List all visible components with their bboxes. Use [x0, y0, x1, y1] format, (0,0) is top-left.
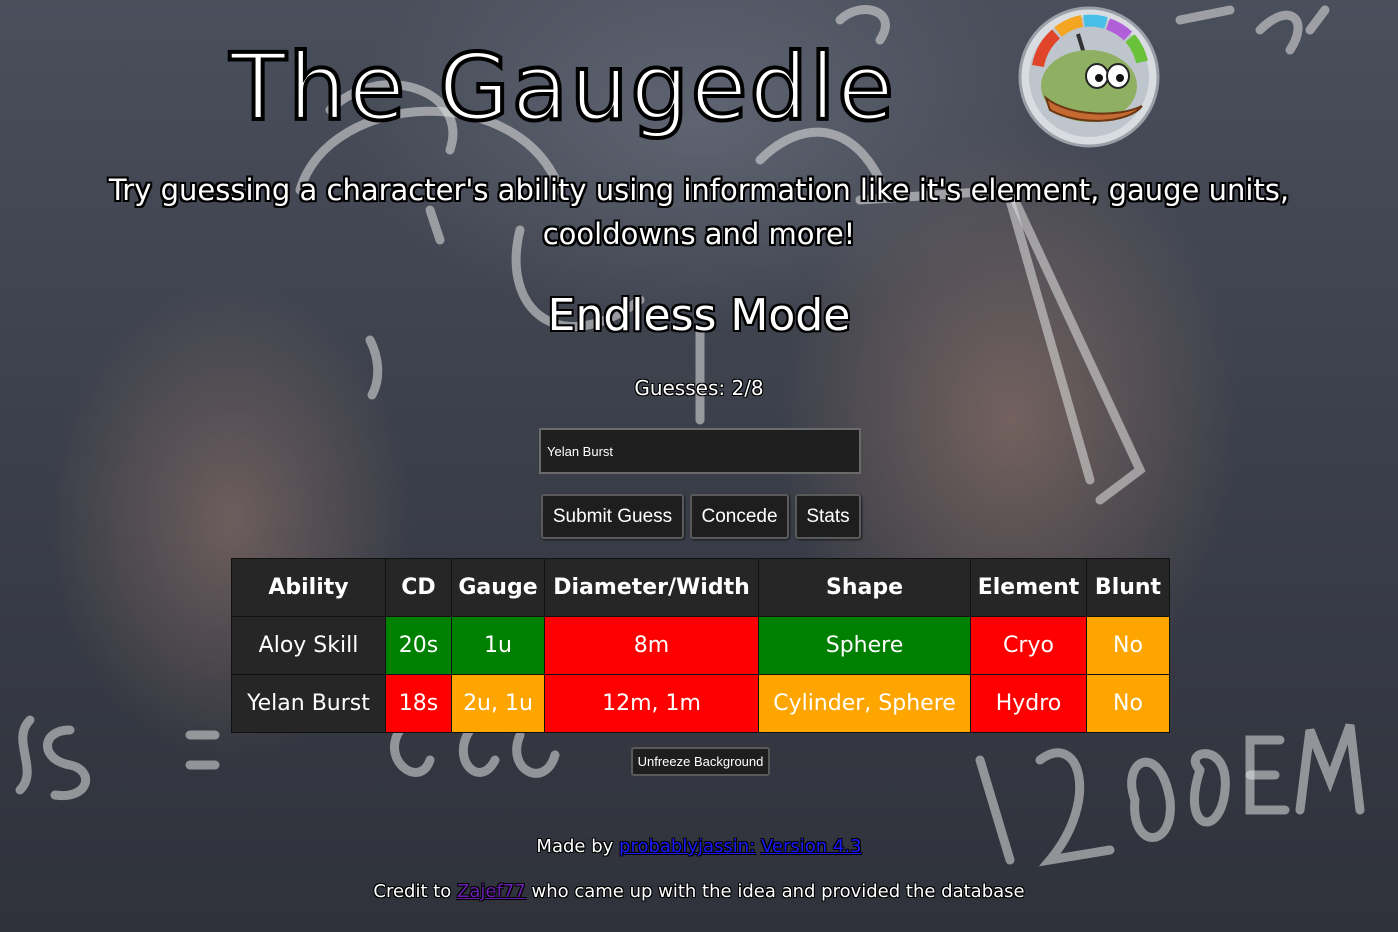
header-ability: Ability — [231, 558, 386, 617]
author-link[interactable]: probablyjassin: — [619, 836, 755, 857]
cell-shape: Cylinder, Sphere — [758, 674, 971, 733]
header-shape: Shape — [758, 558, 971, 617]
version-link[interactable]: Version 4.3 — [761, 836, 862, 857]
cell-cd: 20s — [385, 616, 452, 675]
concede-button[interactable]: Concede — [690, 494, 789, 539]
gauge-frog-logo-icon — [1018, 6, 1160, 148]
header-element: Element — [970, 558, 1087, 617]
cell-diameter: 12m, 1m — [544, 674, 759, 733]
header-cd: CD — [385, 558, 452, 617]
header-blunt: Blunt — [1086, 558, 1170, 617]
stats-button[interactable]: Stats — [795, 494, 861, 539]
cell-ability: Aloy Skill — [231, 616, 386, 675]
page-content: The Gaugedle Try guessing a character's … — [0, 0, 1398, 932]
cell-gauge: 1u — [451, 616, 545, 675]
cell-shape: Sphere — [758, 616, 971, 675]
guesses-counter: Guesses: 2/8 — [634, 376, 764, 400]
cell-gauge: 2u, 1u — [451, 674, 545, 733]
page-title: The Gaugedle — [228, 32, 896, 143]
cell-blunt: No — [1086, 674, 1170, 733]
footer-credit: Credit to Zajef77 who came up with the i… — [0, 879, 1398, 905]
cell-blunt: No — [1086, 616, 1170, 675]
cell-element: Hydro — [970, 674, 1087, 733]
unfreeze-background-button[interactable]: Unfreeze Background — [631, 747, 770, 776]
credit-prefix: Credit to — [373, 881, 452, 902]
table-header-row: Ability CD Gauge Diameter/Width Shape El… — [231, 558, 1170, 617]
cell-diameter: 8m — [544, 616, 759, 675]
credit-link[interactable]: Zajef77 — [457, 881, 526, 902]
submit-guess-button[interactable]: Submit Guess — [541, 494, 684, 539]
credit-suffix: who came up with the idea and provided t… — [531, 881, 1025, 902]
cell-cd: 18s — [385, 674, 452, 733]
made-by-label: Made by — [536, 836, 614, 857]
cell-ability: Yelan Burst — [231, 674, 386, 733]
mode-title: Endless Mode — [547, 290, 851, 341]
page-subtitle: Try guessing a character's ability using… — [108, 173, 1290, 251]
guess-results-table: Ability CD Gauge Diameter/Width Shape El… — [231, 558, 1170, 733]
footer-made-by: Made by probablyjassin: Version 4.3 — [0, 834, 1398, 860]
table-row: Yelan Burst 18s 2u, 1u 12m, 1m Cylinder,… — [231, 674, 1170, 733]
guess-input[interactable] — [539, 428, 861, 474]
table-row: Aloy Skill 20s 1u 8m Sphere Cryo No — [231, 616, 1170, 675]
header-diameter-width: Diameter/Width — [544, 558, 759, 617]
cell-element: Cryo — [970, 616, 1087, 675]
header-gauge: Gauge — [451, 558, 545, 617]
